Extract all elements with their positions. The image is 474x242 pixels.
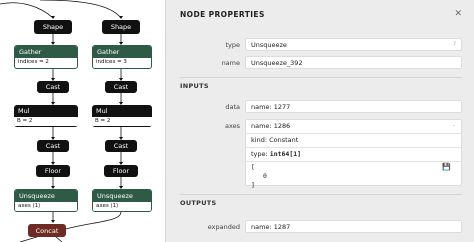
node-attribute: B = 2 (14, 117, 78, 126)
node-title: Shape (110, 23, 132, 31)
name-field[interactable]: Unsqueeze_392 (245, 56, 462, 69)
node-title: Mul (18, 107, 30, 115)
axes-label: axes (224, 122, 240, 130)
axes-type: type: int64[1] (251, 150, 302, 158)
expanded-output-field[interactable]: name: 1287 (245, 220, 462, 233)
tensor-value: 0 (263, 172, 267, 180)
node-title: Floor (112, 167, 130, 175)
type-field[interactable]: Unsqueeze ? (245, 38, 462, 51)
node-attribute: B = 2 (92, 117, 152, 126)
tensor-close: ] (251, 181, 255, 189)
gather-node-left[interactable]: Gather indices = 2 (14, 45, 78, 69)
floor-node-right[interactable]: Floor (104, 165, 138, 177)
expanded-label: expanded (207, 223, 240, 231)
node-title: Shape (42, 23, 64, 31)
edge (65, 211, 122, 230)
save-icon[interactable]: 💾 (442, 163, 451, 171)
inputs-header: INPUTS (180, 82, 209, 90)
node-attribute: axes ⟨1⟩ (15, 202, 77, 211)
node-title: Unsqueeze (15, 190, 77, 202)
unsqueeze-node-left[interactable]: Unsqueeze axes ⟨1⟩ (14, 189, 78, 212)
node-title: Concat (35, 226, 59, 235)
tensor-open: [ (251, 163, 255, 171)
close-icon[interactable]: ✕ (454, 9, 462, 19)
node-properties-panel: NODE PROPERTIES ✕ type Unsqueeze ? name … (165, 0, 474, 242)
cast-node-left[interactable]: Cast (37, 81, 69, 93)
node-title: Cast (113, 142, 129, 150)
mul-node-left[interactable]: Mul B = 2 (14, 105, 78, 127)
node-attribute: indices = 3 (93, 58, 151, 67)
shape-node-right[interactable]: Shape (102, 20, 140, 34)
node-title: Cast (45, 142, 61, 150)
graph-canvas[interactable]: Shape Shape Gather indices = 2 Gather in… (0, 0, 165, 242)
node-attribute: axes ⟨1⟩ (93, 202, 151, 211)
data-label: data (225, 103, 240, 111)
outputs-header: OUTPUTS (180, 199, 217, 207)
unsqueeze-node-right[interactable]: Unsqueeze axes ⟨1⟩ (92, 189, 152, 212)
node-title: Gather (15, 46, 77, 58)
shape-node-left[interactable]: Shape (34, 20, 72, 34)
expanded-value: name: 1287 (251, 223, 291, 231)
name-label: name (221, 59, 240, 67)
type-label: type (225, 41, 240, 49)
panel-title: NODE PROPERTIES (180, 10, 265, 19)
edge (0, 2, 54, 19)
cast-node-right[interactable]: Cast (105, 81, 137, 93)
axes-name: name: 1286 (251, 122, 291, 130)
axes-input-field[interactable]: - name: 1286 kind: Constant type: int64[… (245, 119, 462, 189)
mul-node-right[interactable]: Mul B = 2 (92, 105, 152, 127)
node-title: Floor (44, 167, 62, 175)
cast-node-left-2[interactable]: Cast (37, 140, 69, 152)
type-value: Unsqueeze (251, 41, 287, 49)
node-title: Mul (96, 107, 108, 115)
node-title: Unsqueeze (93, 190, 151, 202)
name-value: Unsqueeze_392 (251, 59, 303, 67)
edge (39, 0, 122, 19)
node-title: Cast (45, 83, 61, 91)
node-title: Gather (93, 46, 151, 58)
axes-kind: kind: Constant (251, 136, 299, 144)
concat-node[interactable]: Concat (28, 224, 66, 237)
divider (180, 77, 462, 78)
gather-node-right[interactable]: Gather indices = 3 (92, 45, 152, 69)
node-title: Cast (113, 83, 129, 91)
collapse-toggle[interactable]: - (453, 122, 455, 129)
data-input-field[interactable]: name: 1277 (245, 100, 462, 113)
node-attribute: indices = 2 (15, 58, 77, 67)
divider (180, 194, 462, 195)
help-icon[interactable]: ? (453, 41, 456, 48)
cast-node-right-2[interactable]: Cast (105, 140, 137, 152)
data-value: name: 1277 (251, 103, 291, 111)
floor-node-left[interactable]: Floor (36, 165, 70, 177)
